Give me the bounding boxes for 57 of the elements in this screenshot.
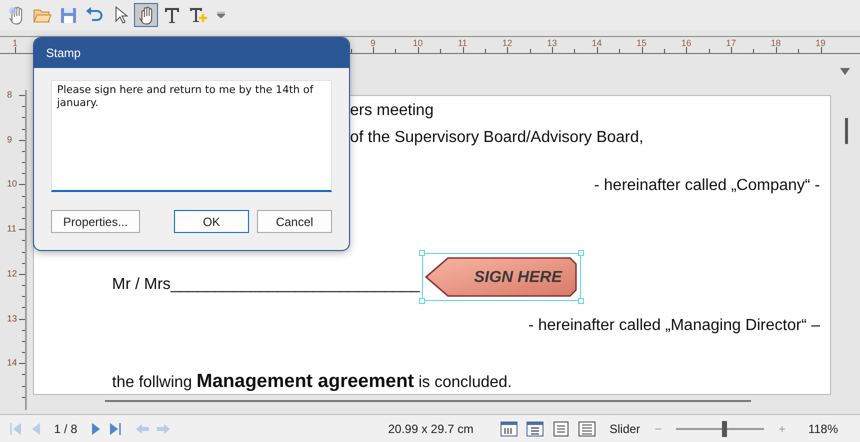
single-page-icon [552,420,570,438]
actual-size-icon [500,420,518,438]
resize-handle[interactable] [578,298,584,304]
resize-handle[interactable] [578,250,584,256]
ruler-number: 1 [12,37,18,50]
ruler-number: 14 [7,356,18,370]
ruler-number: 15 [636,37,646,50]
ruler-number: 14 [592,37,602,50]
save-icon [58,5,78,25]
view-button[interactable] [524,420,546,438]
zoom-percent: 118% [808,420,838,438]
page-size: 20.99 x 29.7 cm [388,420,474,438]
stamp-text-field[interactable]: Please sign here and return to me by the 14th of january. [51,80,332,192]
ruler-number: 8 [7,88,12,102]
document-text: ers meeting [350,102,434,119]
text-tool-icon [162,5,182,25]
dialog-title: Stamp [34,38,349,68]
first-page-icon [8,420,24,436]
dialog-button[interactable]: Cancel [257,210,332,233]
dialog-button[interactable]: Properties... [51,210,140,233]
overflow-icon [217,12,225,18]
ruler-number: 13 [547,37,557,50]
document-text: of the Supervisory Board/Advisory Board, [350,129,644,146]
stamp-text: SIGN HERE [474,268,562,288]
tool-button[interactable] [134,3,158,27]
ruler-number: 11 [7,222,16,236]
dialog-button[interactable]: OK [174,210,249,233]
ruler-number: 18 [770,37,781,50]
ruler-number: 10 [412,37,423,50]
dropdown-icon[interactable] [840,68,850,75]
ruler-number: 17 [726,37,736,50]
scrollbar-thumb[interactable] [845,118,848,144]
document-text: - hereinafter called „Managing Director“ – [528,317,820,334]
document-text: Mr / Mrs____________________________ [112,276,420,293]
ruler-number: 12 [502,37,512,50]
scrollbar-thumb[interactable] [105,400,751,402]
view-button[interactable] [576,420,598,438]
ruler-number: 11 [458,37,468,50]
last-page-icon [107,420,124,436]
document-text: the follwing Management agreement is concluded. [112,374,512,391]
ruler-number: 19 [816,37,826,50]
view-button[interactable] [498,420,520,438]
ruler-number: 13 [7,312,18,325]
page-number: 1 / 8 [54,420,78,438]
ruler-number: 9 [370,37,376,50]
ruler-number: 12 [7,267,18,280]
ruler-number: 9 [7,132,12,146]
resize-handle[interactable] [419,298,425,304]
document-text: - hereinafter called „Company“ - [594,177,820,194]
zoom-label: Slider [610,420,640,438]
slider-thumb[interactable] [722,420,727,436]
resize-handle[interactable] [419,250,425,256]
two-pages-icon [578,420,596,438]
fit-width-icon [526,420,544,438]
ruler-number: 10 [7,178,18,191]
text-add-icon [188,5,208,25]
ruler-number: 16 [681,37,692,50]
